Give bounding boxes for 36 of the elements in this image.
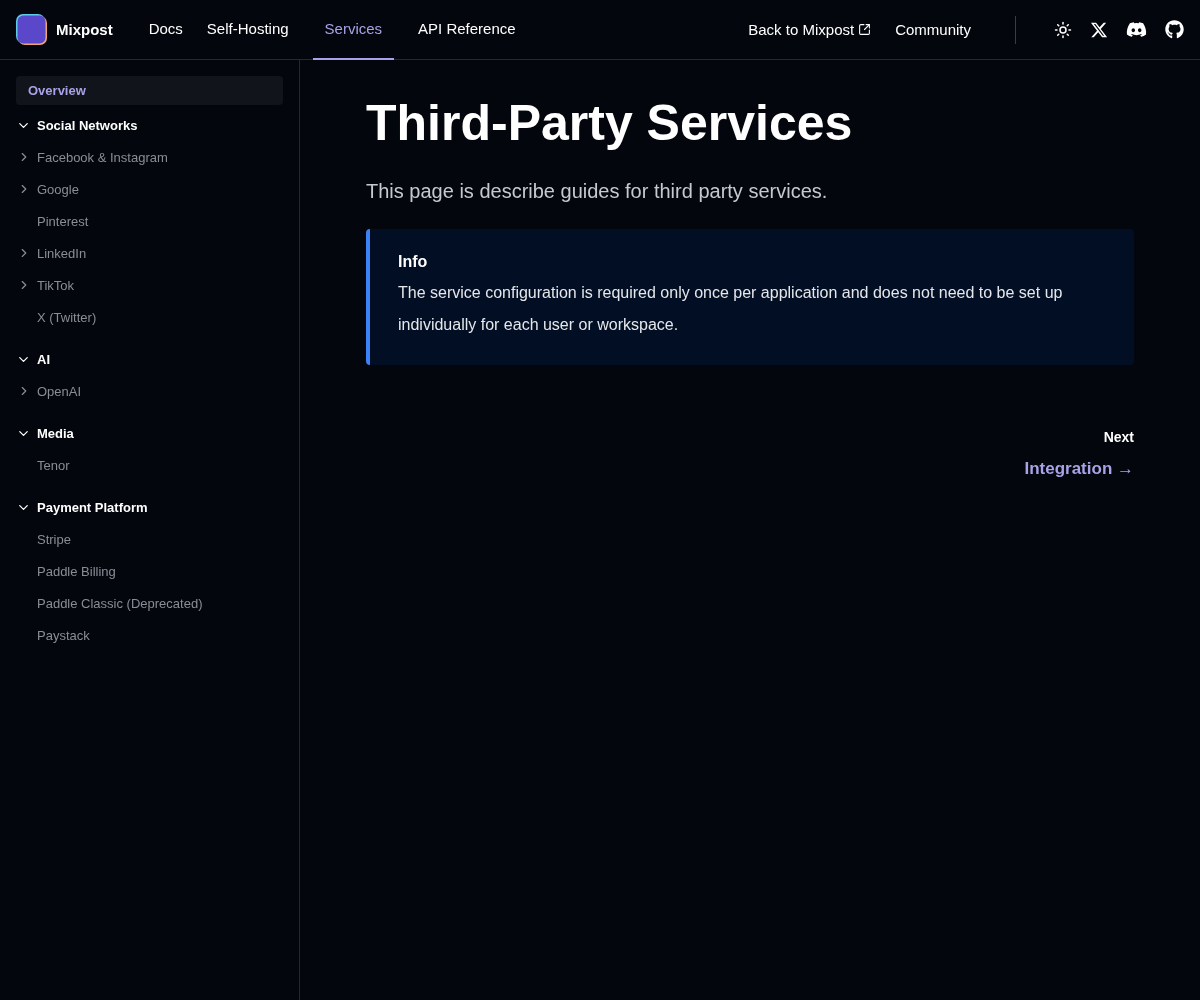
sidebar-group[interactable]: Social Networks [16,109,283,141]
sidebar-item[interactable]: X (Twitter) [16,301,283,333]
pager-label: Next [1103,429,1134,445]
external-link-icon [858,23,872,36]
sun-icon[interactable] [1054,20,1072,39]
lead-text: This page is describe guides for third party services. [366,180,829,203]
callout-text: The service configuration is required only once per application and does not need to be set up individually for each user or workspace. [398,283,1064,335]
logo-icon [16,13,48,46]
sidebar-group[interactable]: Media [16,417,283,449]
next-page-link[interactable]: Integration → [1024,459,1134,479]
sidebar-item[interactable]: Overview [16,76,283,105]
sidebar-item[interactable]: Pinterest [16,205,283,237]
nav-tab[interactable]: Self-Hosting [194,0,301,60]
sidebar-item[interactable]: TikTok [16,269,283,301]
sidebar-item[interactable]: Google [16,173,283,205]
sidebar-item[interactable]: Paddle Billing [16,555,283,587]
sidebar-item[interactable]: LinkedIn [16,237,283,269]
github-icon[interactable] [1165,20,1184,39]
sidebar-item[interactable]: Tenor [16,449,283,481]
nav-tab[interactable]: API Reference [406,0,528,60]
sidebar-item[interactable]: Paystack [16,619,283,651]
sidebar-item[interactable]: OpenAI [16,375,283,407]
discord-icon[interactable] [1126,19,1147,40]
nav-tab[interactable]: Docs [136,0,195,60]
callout-title: Info [398,253,429,271]
x-logo-icon[interactable] [1090,20,1108,39]
sidebar-item[interactable]: Paddle Classic (Deprecated) [16,587,283,619]
brand-name: Mixpost [56,21,113,38]
page-title: Third-Party Services [366,94,854,152]
sidebar-group[interactable]: AI [16,343,283,375]
nav-tab[interactable]: Services [312,0,395,60]
header-link[interactable]: Community [895,21,971,38]
sidebar-item[interactable]: Stripe [16,523,283,555]
sidebar-item[interactable]: Facebook & Instagram [16,141,283,173]
sidebar-group[interactable]: Payment Platform [16,491,283,523]
header-link[interactable]: Back to Mixpost [748,21,872,38]
